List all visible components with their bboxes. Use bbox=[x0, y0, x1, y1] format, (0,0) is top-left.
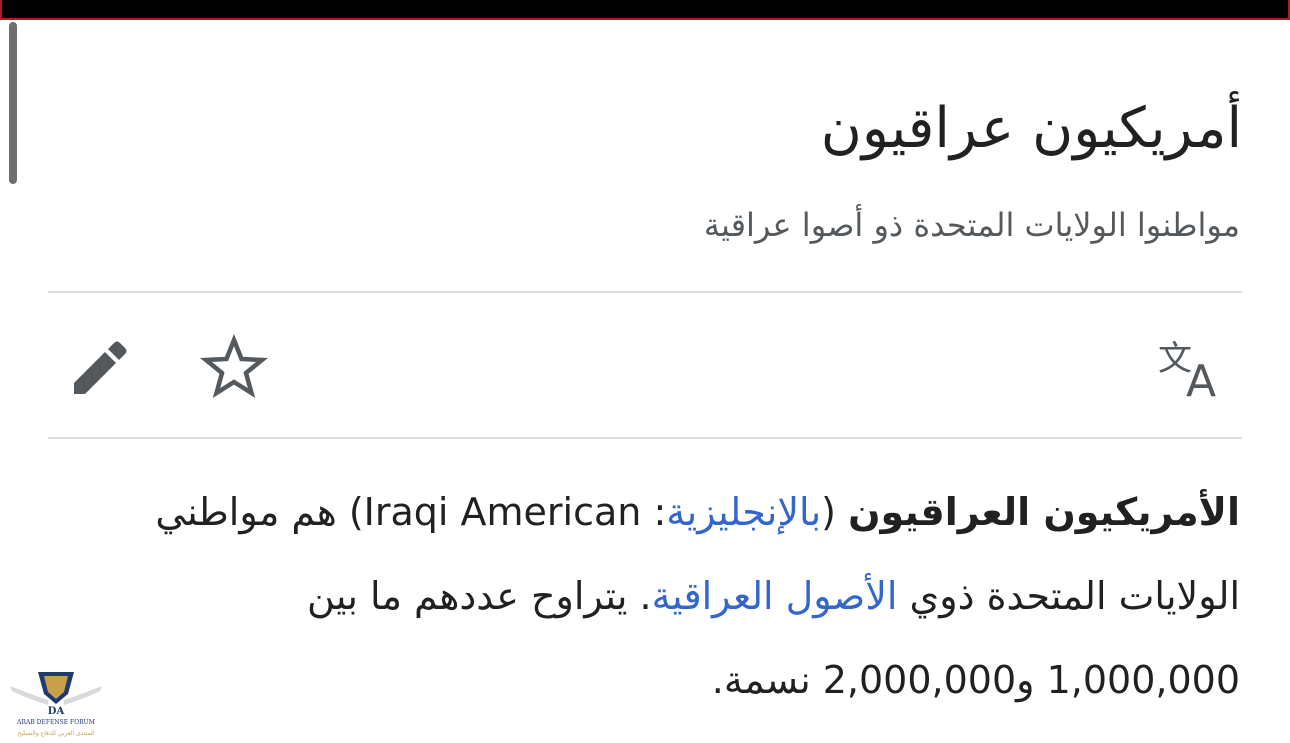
top-status-bar bbox=[0, 0, 1290, 20]
translate-icon: 文 A bbox=[1158, 339, 1216, 400]
english-language-link[interactable]: بالإنجليزية bbox=[666, 490, 821, 534]
iraqi-origin-link[interactable]: الأصول العراقية bbox=[652, 574, 898, 618]
english-term: Iraqi American bbox=[363, 490, 642, 534]
bold-term: الأمريكيون العراقيون bbox=[848, 490, 1240, 534]
language-button[interactable]: 文 A bbox=[1150, 330, 1234, 406]
edit-button[interactable] bbox=[60, 330, 136, 406]
page-title: أمريكيون عراقيون bbox=[820, 96, 1242, 161]
watch-star-button[interactable] bbox=[196, 330, 272, 406]
svg-text:A: A bbox=[1186, 356, 1216, 400]
watermark-name: ARAB DEFENSE FORUM bbox=[16, 719, 95, 726]
watermark-initials: DA bbox=[48, 706, 65, 717]
divider-bottom bbox=[48, 437, 1242, 439]
star-icon bbox=[200, 334, 268, 398]
scrollbar-thumb[interactable] bbox=[9, 22, 17, 184]
open-paren: ( bbox=[821, 490, 849, 534]
colon: : bbox=[641, 490, 667, 534]
pencil-icon bbox=[74, 341, 127, 394]
watermark-name-ar: المنتدى العربي للدفاع والتسليح bbox=[18, 730, 95, 737]
page-description: مواطنوا الولايات المتحدة ذو أصوا عراقية bbox=[703, 206, 1240, 244]
lead-paragraph: الأمريكيون العراقيون (بالإنجليزية: Iraqi… bbox=[120, 470, 1240, 722]
forum-watermark-logo: DA ARAB DEFENSE FORUM المنتدى العربي للد… bbox=[8, 668, 104, 742]
divider-top bbox=[48, 291, 1242, 293]
